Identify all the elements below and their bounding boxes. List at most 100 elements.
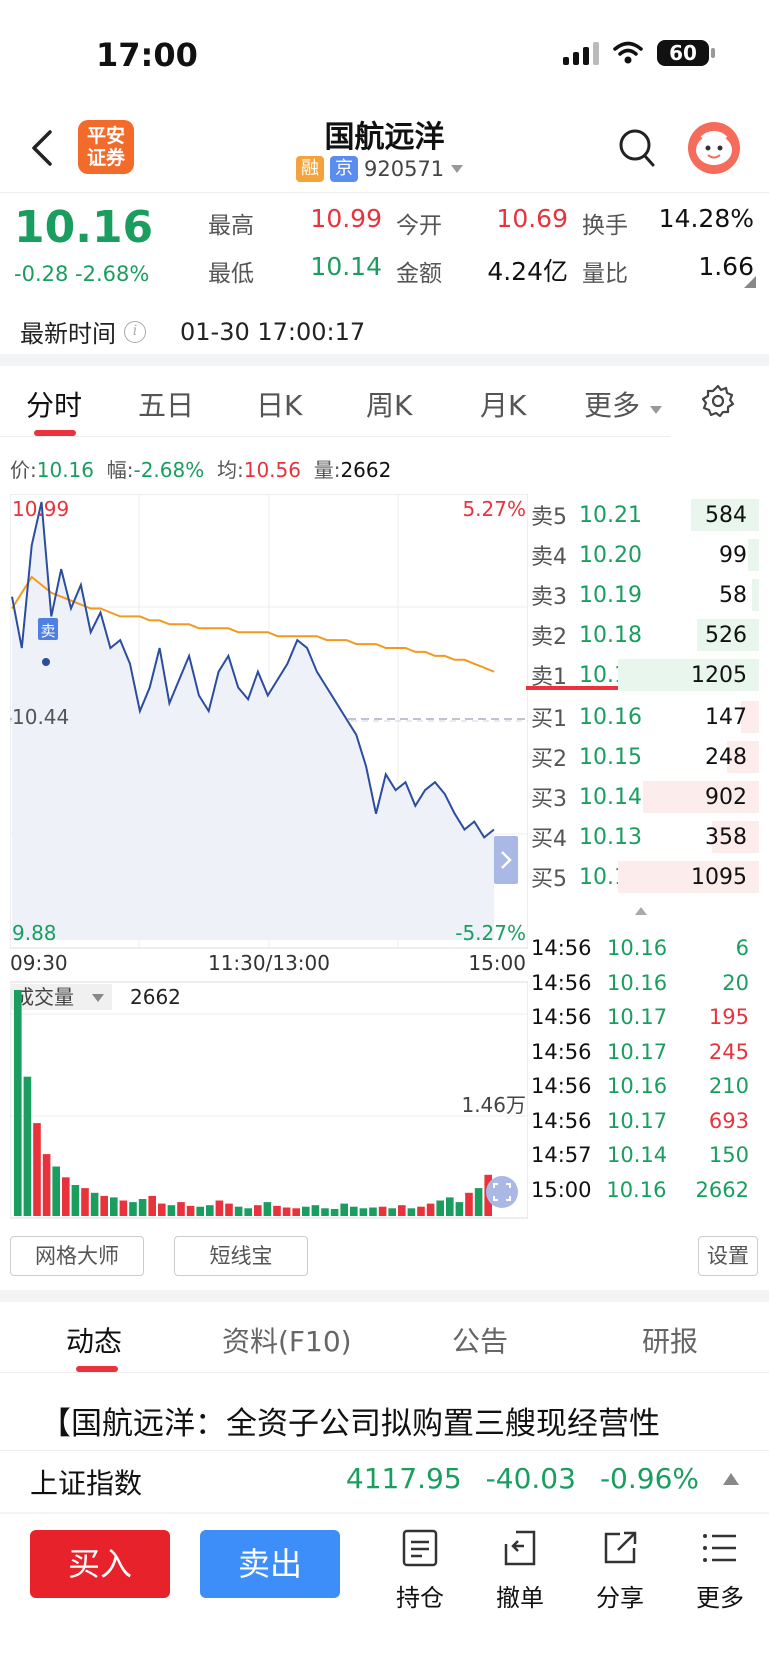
avatar[interactable] — [688, 122, 740, 174]
expand-panel-button[interactable] — [494, 836, 518, 884]
dropdown-triangle-icon — [649, 406, 662, 414]
tab-news[interactable]: 动态 — [66, 1320, 122, 1360]
level-name: 买3 — [531, 787, 567, 812]
x-tick-close: 15:00 — [468, 951, 526, 975]
buy-button[interactable]: 买入 — [30, 1530, 170, 1598]
volume-bar — [138, 1199, 147, 1216]
tab-research[interactable]: 研报 — [642, 1320, 698, 1360]
sell-marker-label: 卖 — [40, 622, 55, 640]
turnover-value: 14.28% — [658, 204, 754, 233]
collapse-up-icon[interactable] — [634, 906, 648, 916]
stock-code: 920571 — [364, 157, 445, 181]
volume-value: 2662 — [130, 985, 181, 1009]
index-pct: -0.96% — [599, 1462, 699, 1495]
tab-profile-f10[interactable]: 资料(F10) — [222, 1320, 352, 1360]
ask-row[interactable]: 卖3 10.19 58 — [531, 576, 759, 614]
index-name[interactable]: 上证指数 — [30, 1462, 142, 1502]
volume-bar — [167, 1205, 176, 1216]
volume-bar — [446, 1197, 454, 1216]
short-line-button[interactable]: 短线宝 — [174, 1236, 308, 1276]
cancel-order-button[interactable]: 撤单 — [480, 1528, 560, 1613]
fullscreen-button[interactable] — [486, 1176, 518, 1208]
stock-code-selector[interactable]: 融 京 920571 — [296, 156, 464, 182]
search-icon[interactable] — [618, 128, 656, 168]
tab-intraday[interactable]: 分时 — [26, 384, 82, 424]
latest-time-label: 最新时间 — [20, 320, 116, 348]
tab-monthly-k[interactable]: 月K — [480, 384, 526, 424]
more-button[interactable]: 更多 — [680, 1528, 760, 1613]
ask-row[interactable]: 卖2 10.18 526 — [531, 616, 759, 654]
tick-time: 14:57 — [531, 1143, 592, 1167]
tab-five-day[interactable]: 五日 — [138, 384, 194, 424]
info-icon[interactable]: i — [124, 320, 146, 343]
grid-master-button[interactable]: 网格大师 — [10, 1236, 144, 1276]
level-volume: 358 — [705, 824, 747, 850]
volume-bar — [369, 1207, 377, 1216]
share-button[interactable]: 分享 — [580, 1528, 660, 1613]
tick-time: 15:00 — [531, 1177, 592, 1202]
tick-row: 14:56 10.17 195 — [531, 999, 759, 1035]
volume-bar — [436, 1200, 444, 1216]
expand-up-icon[interactable] — [723, 1472, 739, 1485]
volume-bar — [263, 1202, 272, 1216]
tab-weekly-k[interactable]: 周K — [366, 384, 412, 424]
ask-row[interactable]: 卖5 10.21 584 — [531, 496, 759, 534]
settings-button[interactable]: 设置 — [698, 1236, 758, 1276]
volume-bars — [14, 990, 492, 1216]
bid-row[interactable]: 买2 10.15 248 — [531, 738, 759, 776]
tab-announcements[interactable]: 公告 — [452, 1320, 508, 1360]
position-button[interactable]: 持仓 — [380, 1528, 460, 1613]
tick-volume: 245 — [708, 1039, 749, 1064]
volume-bar — [398, 1205, 406, 1216]
sell-button[interactable]: 卖出 — [200, 1530, 340, 1598]
tick-volume: 210 — [708, 1074, 749, 1098]
menu-icon — [703, 1534, 736, 1562]
level-name: 卖3 — [531, 585, 567, 610]
bid-row[interactable]: 买1 10.16 147 — [531, 698, 759, 736]
volume-bar — [23, 1076, 32, 1216]
volume-bar — [388, 1208, 396, 1216]
trade-dot — [42, 658, 50, 666]
status-icons: 60 — [563, 40, 715, 66]
volume-bar — [100, 1195, 108, 1216]
y-tick-mid: 10.44 — [12, 705, 69, 729]
level-volume: 1205 — [691, 662, 747, 688]
volume-bar — [273, 1205, 281, 1216]
volume-bar — [465, 1192, 473, 1216]
gear-icon[interactable] — [700, 383, 736, 419]
tick-time: 14:56 — [531, 1108, 592, 1133]
tick-price: 10.16 — [606, 1177, 667, 1202]
dropdown-triangle-icon — [451, 165, 464, 173]
volume-bar — [206, 1205, 214, 1216]
tick-volume: 693 — [708, 1108, 749, 1133]
open-value: 10.69 — [496, 204, 568, 233]
intraday-chart[interactable]: 10.99 10.44 9.88 5.27% -5.27% 卖 09:30 11… — [10, 494, 528, 1224]
document-icon — [402, 1529, 438, 1567]
amount-value: 4.24亿 — [487, 257, 568, 286]
index-value: 4117.95 — [345, 1462, 462, 1495]
level-name: 买1 — [531, 707, 567, 732]
index-values[interactable]: 4117.95 -40.03 -0.96% — [346, 1462, 739, 1495]
wifi-icon — [613, 41, 643, 64]
tab-daily-k[interactable]: 日K — [256, 384, 302, 424]
level-volume: 902 — [705, 784, 747, 810]
tick-time: 14:56 — [531, 1005, 592, 1029]
tick-time: 14:56 — [531, 1074, 592, 1098]
tabs-divider — [0, 436, 670, 437]
index-change: -40.03 — [485, 1462, 576, 1495]
level-price: 10.21 — [579, 502, 642, 528]
tick-price: 10.17 — [607, 1108, 668, 1133]
volume-bar — [244, 1208, 252, 1216]
expand-corner-icon[interactable] — [744, 276, 756, 288]
bid-row[interactable]: 买5 10.12 1095 — [531, 858, 759, 896]
bid-row[interactable]: 买4 10.13 358 — [531, 818, 759, 856]
volume-ratio-label: 量比 — [582, 261, 628, 287]
tab-more[interactable]: 更多 — [584, 384, 663, 424]
tick-price: 10.16 — [607, 970, 668, 995]
bid-row[interactable]: 买3 10.14 902 — [531, 778, 759, 816]
level-volume: 147 — [705, 704, 747, 730]
ask-row[interactable]: 卖4 10.20 99 — [531, 536, 759, 574]
volume-bar — [455, 1202, 464, 1216]
news-headline[interactable]: 【国航远洋：全资子公司拟购置三艘现经营性 — [40, 1398, 660, 1443]
volume-bar — [71, 1185, 80, 1216]
